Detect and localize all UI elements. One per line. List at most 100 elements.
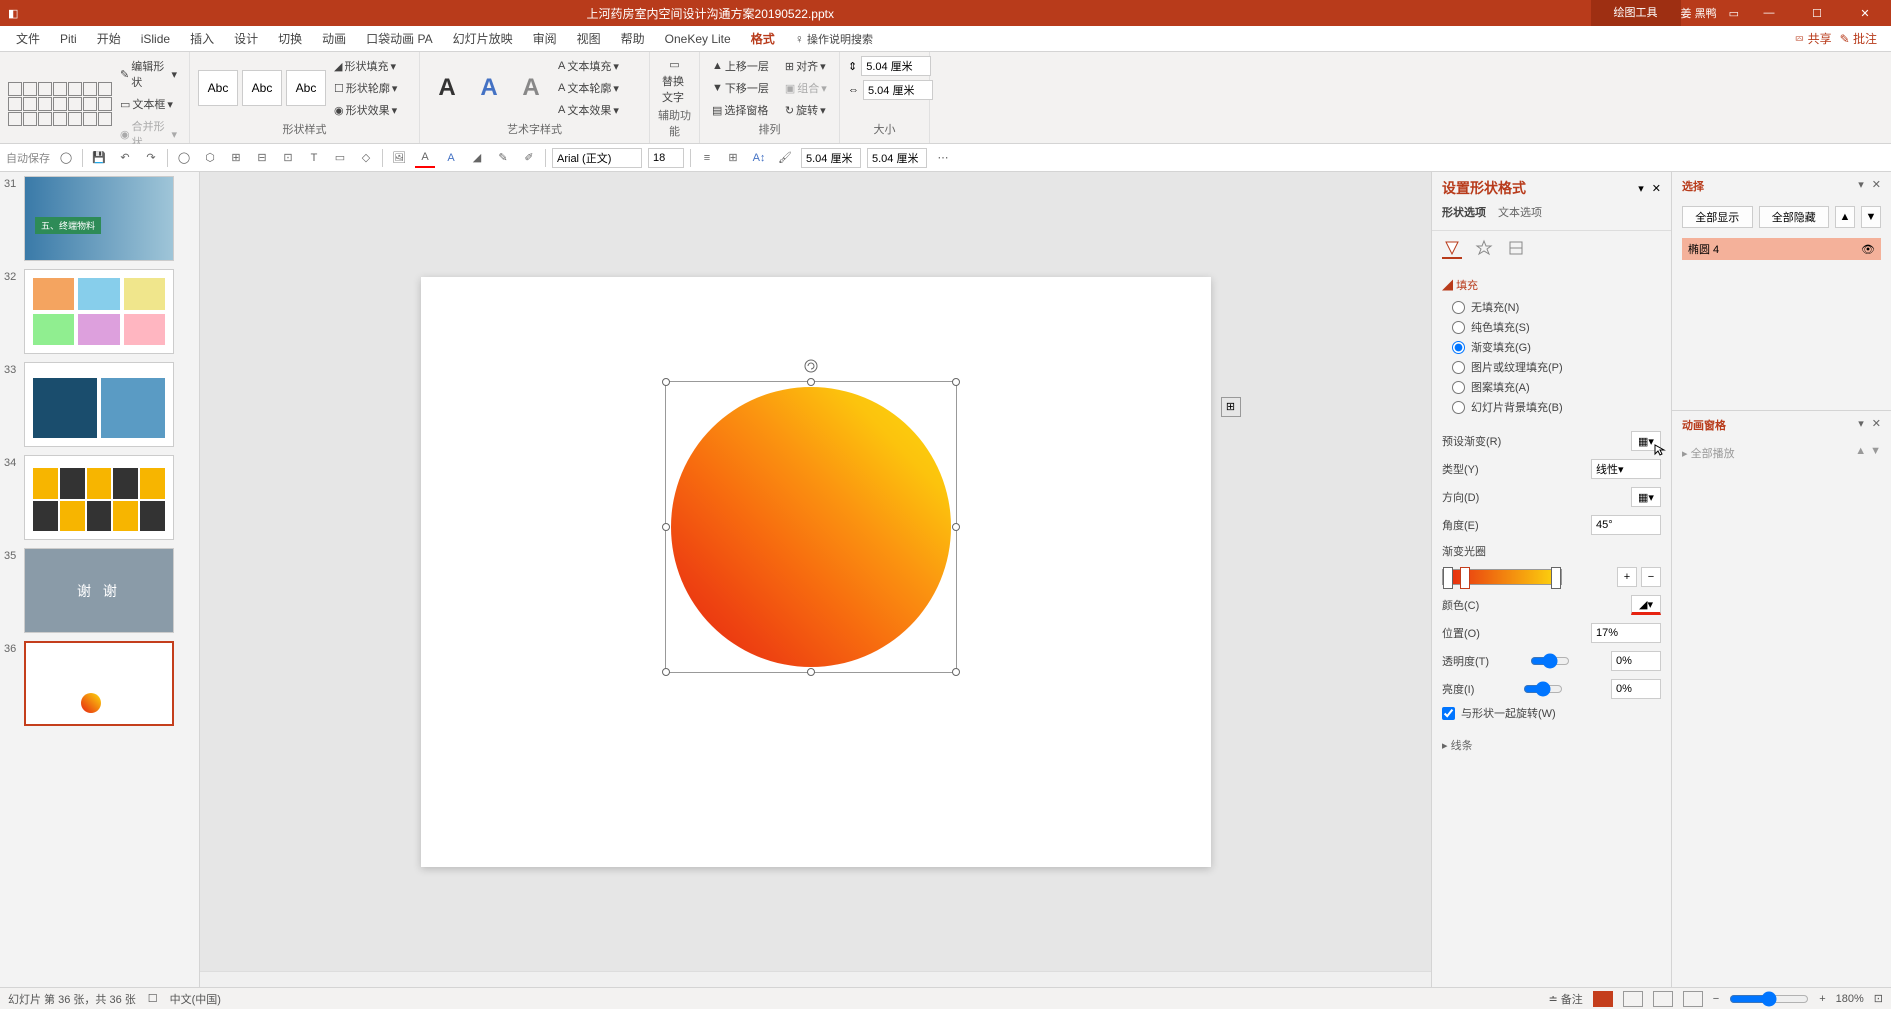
selection-item-ellipse[interactable]: 椭圆 4 👁: [1682, 238, 1881, 260]
tool-8-icon[interactable]: ◇: [356, 148, 376, 168]
font-family-input[interactable]: [552, 148, 642, 168]
outline-color-icon[interactable]: ✎: [493, 148, 513, 168]
add-gradient-stop-button[interactable]: +: [1617, 567, 1637, 587]
play-all-button[interactable]: ▸ 全部播放: [1682, 448, 1735, 460]
shape-fill-button[interactable]: ◢ 形状填充 ▾: [330, 56, 401, 76]
selection-pane-close-icon[interactable]: ✕: [1872, 178, 1881, 194]
fill-line-icon[interactable]: [1442, 239, 1462, 259]
slide-thumb-33[interactable]: 33: [4, 362, 195, 447]
text-options-tab[interactable]: 文本选项: [1498, 204, 1542, 224]
fit-to-window-button[interactable]: ⊡: [1874, 992, 1883, 1005]
rotate-button[interactable]: ↻ 旋转 ▾: [781, 100, 831, 120]
zoom-level[interactable]: 180%: [1836, 993, 1864, 1005]
tab-onekey[interactable]: OneKey Lite: [655, 26, 741, 52]
tool-9-icon[interactable]: 🖼: [389, 148, 409, 168]
fill-solid-radio[interactable]: 纯色填充(S): [1452, 317, 1661, 337]
system-menu-icon[interactable]: ◧: [8, 7, 18, 20]
position-input[interactable]: 17%: [1591, 623, 1661, 643]
gradient-type-dropdown[interactable]: 线性 ▾: [1591, 459, 1661, 479]
bring-forward-button[interactable]: ▲ 上移一层: [708, 56, 773, 76]
resize-handle-bl[interactable]: [662, 668, 670, 676]
slide-thumb-31[interactable]: 31 五、终端物料: [4, 176, 195, 261]
animation-pane-close-icon[interactable]: ✕: [1872, 417, 1881, 433]
qat-height-input[interactable]: [867, 148, 927, 168]
color-picker-button[interactable]: ◢▾: [1631, 595, 1661, 615]
slide-thumb-36[interactable]: 36: [4, 641, 195, 726]
wordart-style-1[interactable]: A: [428, 69, 466, 107]
pane-close-icon[interactable]: ✕: [1652, 182, 1661, 195]
alt-text-button[interactable]: ▭ 替换文字: [658, 56, 691, 107]
slide-canvas[interactable]: ⊞: [421, 277, 1211, 867]
resize-handle-mr[interactable]: [952, 523, 960, 531]
qat-width-input[interactable]: [801, 148, 861, 168]
share-button[interactable]: ⮹ 共享: [1795, 30, 1832, 47]
save-icon[interactable]: 💾: [89, 148, 109, 168]
pane-dropdown-icon[interactable]: ▾: [1638, 182, 1644, 195]
send-backward-button[interactable]: ▼ 下移一层: [708, 78, 773, 98]
rotation-handle[interactable]: [804, 359, 818, 373]
tab-slideshow[interactable]: 幻灯片放映: [443, 26, 523, 52]
shape-gallery[interactable]: [8, 82, 112, 126]
text-fill-button[interactable]: A 文本填充 ▾: [554, 56, 623, 76]
rotate-with-shape-checkbox[interactable]: 与形状一起旋转(W): [1442, 703, 1661, 723]
layout-options-icon[interactable]: ⊞: [1221, 397, 1241, 417]
more-icon[interactable]: ⋯: [933, 148, 953, 168]
gradient-stop-2[interactable]: [1460, 567, 1470, 589]
font-color-icon[interactable]: A: [415, 148, 435, 168]
text-icon[interactable]: A: [441, 148, 461, 168]
undo-icon[interactable]: ↶: [115, 148, 135, 168]
group-button[interactable]: ▣ 组合 ▾: [781, 78, 831, 98]
gradient-stop-1[interactable]: [1443, 567, 1453, 589]
tab-animations[interactable]: 动画: [312, 26, 356, 52]
tab-insert[interactable]: 插入: [180, 26, 224, 52]
shape-outline-button[interactable]: ☐ 形状轮廓 ▾: [330, 78, 401, 98]
fill-picture-radio[interactable]: 图片或纹理填充(P): [1452, 357, 1661, 377]
tool-2-icon[interactable]: ⬡: [200, 148, 220, 168]
fill-color-icon[interactable]: ◢: [467, 148, 487, 168]
shape-effects-button[interactable]: ◉ 形状效果 ▾: [330, 100, 401, 120]
hide-all-button[interactable]: 全部隐藏: [1759, 206, 1830, 228]
move-up-button[interactable]: ▲: [1835, 206, 1855, 228]
transparency-input[interactable]: 0%: [1611, 651, 1661, 671]
edit-shape-button[interactable]: ✎ 编辑形状 ▾: [116, 56, 181, 92]
reading-view-button[interactable]: [1653, 991, 1673, 1007]
wordart-style-2[interactable]: A: [470, 69, 508, 107]
transparency-slider[interactable]: [1530, 653, 1570, 669]
size-props-icon[interactable]: [1506, 239, 1526, 259]
tool-1-icon[interactable]: ◯: [174, 148, 194, 168]
tool-3-icon[interactable]: ⊞: [226, 148, 246, 168]
close-button[interactable]: ✕: [1847, 0, 1883, 26]
tab-piti[interactable]: Piti: [50, 26, 87, 52]
slide-counter[interactable]: 幻灯片 第 36 张，共 36 张: [8, 991, 136, 1007]
tool-5-icon[interactable]: ⊡: [278, 148, 298, 168]
move-down-button[interactable]: ▼: [1861, 206, 1881, 228]
ribbon-display-icon[interactable]: ▭: [1729, 7, 1739, 20]
align-button[interactable]: ⊞ 对齐 ▾: [781, 56, 831, 76]
normal-view-button[interactable]: [1593, 991, 1613, 1007]
fill-gradient-radio[interactable]: 渐变填充(G): [1452, 337, 1661, 357]
tab-islide[interactable]: iSlide: [131, 26, 180, 52]
animation-pane-dropdown-icon[interactable]: ▾: [1858, 417, 1864, 433]
slide-thumb-32[interactable]: 32: [4, 269, 195, 354]
effects-icon[interactable]: [1474, 239, 1494, 259]
anim-move-down-icon[interactable]: ▼: [1870, 445, 1881, 457]
fill-section-header[interactable]: ◢ 填充: [1442, 273, 1661, 297]
gradient-direction-dropdown[interactable]: ▦▾: [1631, 487, 1661, 507]
maximize-button[interactable]: ☐: [1799, 0, 1835, 26]
remove-gradient-stop-button[interactable]: −: [1641, 567, 1661, 587]
anim-move-up-icon[interactable]: ▲: [1855, 445, 1866, 457]
redo-icon[interactable]: ↷: [141, 148, 161, 168]
format-painter-icon[interactable]: 🖌: [775, 148, 795, 168]
wordart-style-3[interactable]: A: [512, 69, 550, 107]
tab-review[interactable]: 审阅: [523, 26, 567, 52]
gradient-stop-3[interactable]: [1551, 567, 1561, 589]
minimize-button[interactable]: —: [1751, 0, 1787, 26]
selection-pane-dropdown-icon[interactable]: ▾: [1858, 178, 1864, 194]
shape-width-input[interactable]: [863, 80, 933, 100]
zoom-in-button[interactable]: +: [1819, 993, 1825, 1005]
tab-transitions[interactable]: 切换: [268, 26, 312, 52]
eyedropper-icon[interactable]: ✐: [519, 148, 539, 168]
resize-handle-ml[interactable]: [662, 523, 670, 531]
resize-handle-br[interactable]: [952, 668, 960, 676]
resize-handle-tc[interactable]: [807, 378, 815, 386]
